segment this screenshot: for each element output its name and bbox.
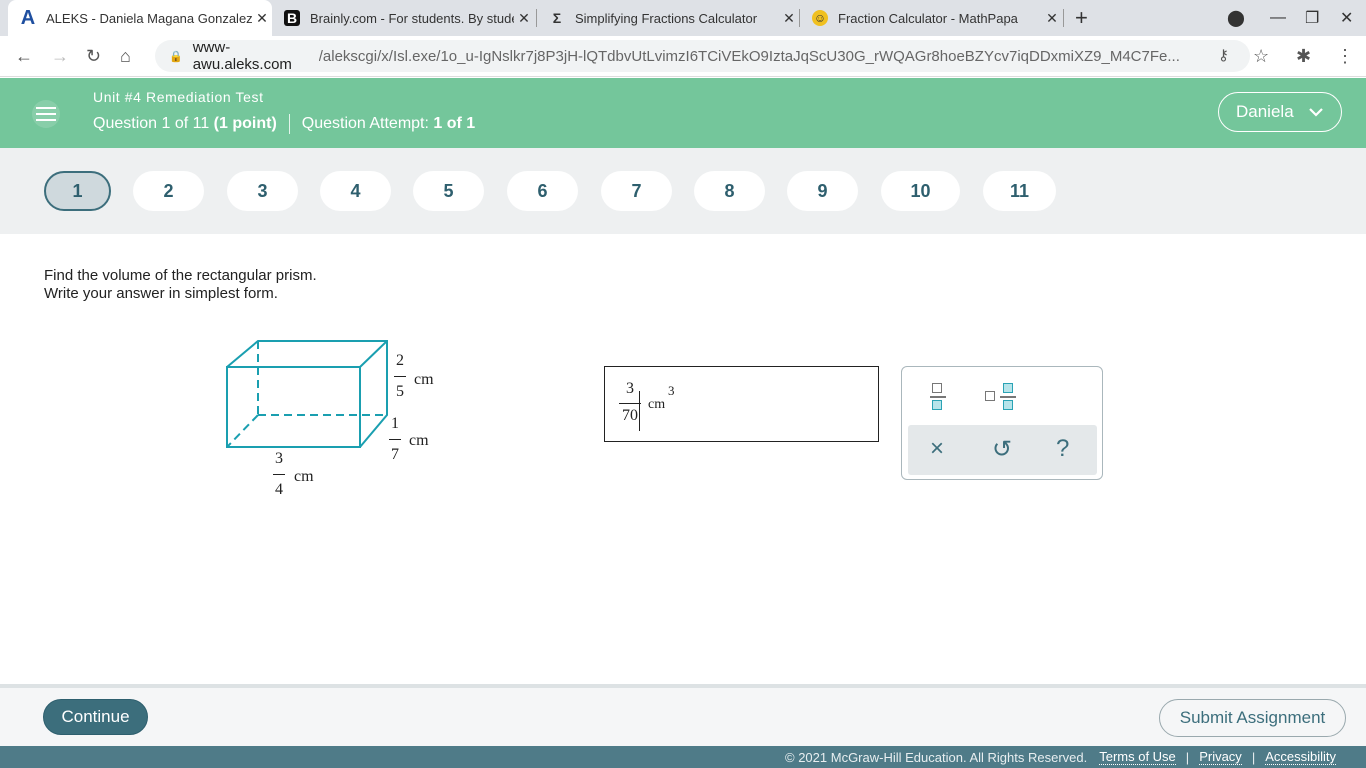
- home-icon[interactable]: ⌂: [120, 46, 131, 67]
- privacy-link[interactable]: Privacy: [1199, 749, 1242, 765]
- close-tab-icon[interactable]: ✕: [779, 10, 799, 27]
- prism-drawing: [226, 340, 388, 448]
- copyright-text: © 2021 McGraw-Hill Education. All Rights…: [785, 749, 1088, 765]
- answer-numerator: 3: [626, 380, 634, 397]
- question-button-11[interactable]: 11: [983, 171, 1056, 211]
- answer-denominator: 70: [622, 407, 638, 424]
- depth-fraction: 17: [389, 415, 401, 463]
- chevron-down-icon: [1308, 108, 1323, 117]
- minimize-icon[interactable]: ―: [1270, 0, 1286, 36]
- depth-unit: cm: [409, 432, 429, 449]
- aleks-header: Unit #4 Remediation Test Question 1 of 1…: [0, 78, 1366, 148]
- answer-fraction: 3 70: [619, 380, 641, 425]
- url-host: www-awu.aleks.com: [192, 39, 292, 73]
- question-button-9[interactable]: 9: [787, 171, 858, 211]
- separator: |: [1251, 749, 1256, 765]
- question-number: Question 1 of 11: [93, 115, 214, 132]
- lock-icon: 🔒: [169, 50, 183, 63]
- width-unit: cm: [294, 468, 314, 485]
- attempt-label: Question Attempt:: [301, 115, 434, 132]
- url-input[interactable]: 🔒 www-awu.aleks.com/alekscgi/x/Isl.exe/1…: [155, 39, 1250, 73]
- terms-link[interactable]: Terms of Use: [1099, 749, 1176, 765]
- copyright-bar: © 2021 McGraw-Hill Education. All Rights…: [0, 746, 1366, 768]
- back-icon[interactable]: ←: [15, 46, 33, 67]
- footer-bar: Continue Submit Assignment: [0, 688, 1366, 746]
- clear-icon[interactable]: ×: [930, 435, 944, 463]
- separator: |: [1185, 749, 1190, 765]
- tab-search-icon[interactable]: ⬤: [1227, 0, 1245, 36]
- question-button-2[interactable]: 2: [133, 171, 204, 211]
- tab-title: ALEKS - Daniela Magana Gonzalez: [46, 10, 252, 26]
- browser-tab-bar: A ALEKS - Daniela Magana Gonzalez ✕ B Br…: [0, 0, 1366, 36]
- reload-icon[interactable]: ↻: [86, 46, 101, 67]
- height-unit: cm: [414, 371, 434, 388]
- url-path: /alekscgi/x/Isl.exe/1o_u-IgNslkr7j8P3jH-…: [318, 47, 1180, 65]
- sigma-favicon-icon: Σ: [552, 10, 562, 26]
- height-fraction: 25: [394, 352, 406, 400]
- forward-icon[interactable]: →: [51, 46, 69, 67]
- tab-title: Fraction Calculator - MathPapa: [838, 10, 1018, 26]
- submit-assignment-button[interactable]: Submit Assignment: [1159, 699, 1346, 737]
- undo-icon[interactable]: ↺: [992, 435, 1012, 464]
- accessibility-link[interactable]: Accessibility: [1265, 749, 1336, 765]
- prompt-line-2: Write your answer in simplest form.: [44, 285, 278, 302]
- extensions-icon[interactable]: ✱: [1296, 46, 1311, 67]
- text-cursor: [639, 391, 640, 431]
- hamburger-menu-icon[interactable]: [32, 100, 60, 128]
- question-prompt: Find the volume of the rectangular prism…: [44, 267, 317, 303]
- key-icon[interactable]: ⚷: [1218, 46, 1229, 64]
- browser-menu-icon[interactable]: ⋮: [1336, 46, 1354, 67]
- question-button-8[interactable]: 8: [694, 171, 765, 211]
- answer-input[interactable]: 3 70 cm 3: [604, 366, 879, 442]
- bookmark-star-icon[interactable]: ☆: [1253, 46, 1269, 67]
- math-toolbar: × ↺ ?: [901, 366, 1103, 480]
- mixed-number-button[interactable]: [985, 381, 1019, 415]
- tab-aleks[interactable]: A ALEKS - Daniela Magana Gonzalez ✕: [8, 0, 272, 36]
- help-icon[interactable]: ?: [1056, 435, 1069, 463]
- tab-simplifying[interactable]: Σ Simplifying Fractions Calculator ✕: [537, 0, 799, 36]
- question-button-5[interactable]: 5: [413, 171, 484, 211]
- assignment-title: Unit #4 Remediation Test: [93, 89, 264, 105]
- tab-brainly[interactable]: B Brainly.com - For students. By student…: [272, 0, 534, 36]
- question-button-10[interactable]: 10: [881, 171, 960, 211]
- tab-mathpapa[interactable]: ☺ Fraction Calculator - MathPapa ✕: [800, 0, 1062, 36]
- close-window-icon[interactable]: ✕: [1340, 0, 1353, 36]
- aleks-favicon-icon: A: [20, 6, 36, 29]
- prompt-line-1: Find the volume of the rectangular prism…: [44, 267, 317, 284]
- tab-title: Simplifying Fractions Calculator: [575, 10, 758, 26]
- address-bar-row: ← → ↻ ⌂ 🔒 www-awu.aleks.com/alekscgi/x/I…: [0, 36, 1366, 77]
- brainly-favicon-icon: B: [284, 10, 300, 26]
- question-button-6[interactable]: 6: [507, 171, 578, 211]
- width-fraction: 34: [273, 450, 285, 498]
- question-button-4[interactable]: 4: [320, 171, 391, 211]
- mathpapa-favicon-icon: ☺: [812, 10, 828, 26]
- question-button-3[interactable]: 3: [227, 171, 298, 211]
- question-points: (1 point): [213, 115, 277, 132]
- answer-unit: cm: [648, 397, 666, 412]
- answer-unit-exponent: 3: [668, 383, 675, 398]
- user-name: Daniela: [1236, 102, 1294, 121]
- question-button-7[interactable]: 7: [601, 171, 672, 211]
- question-navigator: 1 2 3 4 5 6 7 8 9 10 11: [0, 148, 1366, 234]
- close-tab-icon[interactable]: ✕: [514, 10, 534, 27]
- restore-icon[interactable]: ❐: [1305, 0, 1319, 36]
- user-menu-button[interactable]: Daniela: [1218, 92, 1342, 132]
- close-tab-icon[interactable]: ✕: [1042, 10, 1062, 27]
- new-tab-icon[interactable]: +: [1075, 0, 1088, 36]
- question-info: Question 1 of 11 (1 point) Question Atte…: [93, 114, 475, 134]
- continue-button[interactable]: Continue: [43, 699, 148, 735]
- question-button-1[interactable]: 1: [44, 171, 111, 211]
- attempt-value: 1 of 1: [433, 115, 476, 132]
- fraction-button[interactable]: [930, 381, 950, 415]
- close-tab-icon[interactable]: ✕: [252, 10, 272, 27]
- tab-title: Brainly.com - For students. By students: [310, 10, 514, 26]
